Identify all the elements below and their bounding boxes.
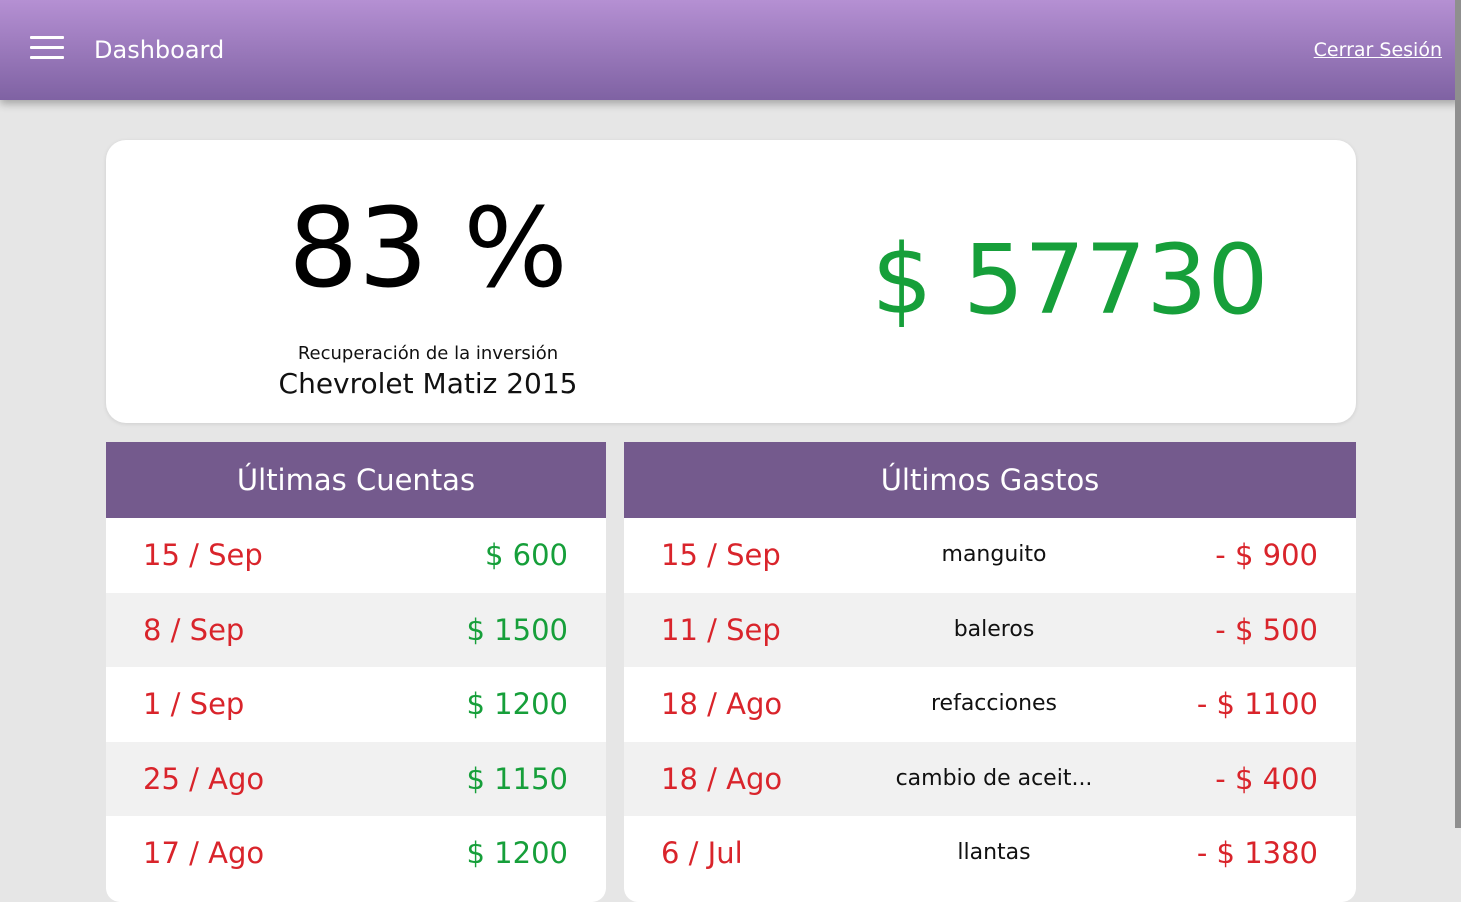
latest-accounts-table: Últimas Cuentas 15 / Sep $ 600 8 / Sep $… <box>106 442 606 902</box>
recovery-label: Recuperación de la inversión <box>297 343 559 364</box>
menu-icon-line <box>30 46 64 49</box>
logout-link[interactable]: Cerrar Sesión <box>1314 37 1442 63</box>
table-row[interactable]: 15 / Sep manguito - $ 900 <box>624 518 1356 593</box>
expense-amount: - $ 400 <box>1215 761 1318 796</box>
table-row[interactable]: 6 / Jul llantas - $ 1380 <box>624 816 1356 891</box>
table-row[interactable]: 25 / Ago $ 1150 <box>106 741 606 816</box>
expense-amount: - $ 1380 <box>1196 836 1318 870</box>
latest-accounts-title: Últimas Cuentas <box>106 442 606 518</box>
account-amount: $ 600 <box>484 538 568 572</box>
table-row[interactable]: 1 / Sep $ 1200 <box>106 667 606 742</box>
menu-icon-line <box>30 36 64 39</box>
hamburger-menu-icon[interactable] <box>30 36 64 60</box>
account-date: 15 / Sep <box>143 538 263 572</box>
table-row[interactable]: 15 / Sep $ 600 <box>106 518 606 593</box>
account-date: 1 / Sep <box>143 687 245 721</box>
latest-expenses-table: Últimos Gastos 15 / Sep manguito - $ 900… <box>624 442 1356 902</box>
expense-description: manguito <box>941 542 1047 567</box>
menu-icon-line <box>30 56 64 59</box>
expense-description: refacciones <box>930 691 1058 716</box>
expense-date: 18 / Ago <box>661 687 783 721</box>
table-row[interactable]: 8 / Sep $ 1500 <box>106 592 606 667</box>
account-amount: $ 1200 <box>466 836 568 870</box>
expense-amount: - $ 900 <box>1215 538 1318 572</box>
account-date: 25 / Ago <box>143 761 265 796</box>
expense-description: llantas <box>957 840 1031 865</box>
expense-description: cambio de aceit... <box>895 765 1093 791</box>
investment-summary-card: 83 % Recuperación de la inversión Chevro… <box>106 140 1356 423</box>
table-row[interactable]: 11 / Sep baleros - $ 500 <box>624 592 1356 667</box>
table-row[interactable]: 18 / Ago refacciones - $ 1100 <box>624 667 1356 742</box>
latest-expenses-title: Últimos Gastos <box>624 442 1356 518</box>
vehicle-name: Chevrolet Matiz 2015 <box>278 367 578 400</box>
account-amount: $ 1150 <box>466 761 568 796</box>
account-date: 8 / Sep <box>143 612 245 647</box>
expense-date: 11 / Sep <box>661 612 781 647</box>
top-app-bar: Dashboard Cerrar Sesión <box>0 0 1461 100</box>
table-row[interactable]: 17 / Ago $ 1200 <box>106 816 606 891</box>
page-title: Dashboard <box>94 36 225 64</box>
account-date: 17 / Ago <box>143 836 265 870</box>
account-amount: $ 1200 <box>466 687 568 721</box>
expense-amount: - $ 500 <box>1215 612 1318 647</box>
recovery-percent: 83 % <box>288 184 568 312</box>
account-amount: $ 1500 <box>466 612 568 647</box>
total-amount: $ 57730 <box>871 224 1269 336</box>
expense-amount: - $ 1100 <box>1196 687 1318 721</box>
expense-description: baleros <box>953 616 1035 642</box>
expense-date: 6 / Jul <box>661 836 743 870</box>
expense-date: 18 / Ago <box>661 761 783 796</box>
expense-date: 15 / Sep <box>661 538 781 572</box>
vertical-scrollbar[interactable] <box>1455 0 1461 828</box>
table-row[interactable]: 18 / Ago cambio de aceit... - $ 400 <box>624 741 1356 816</box>
